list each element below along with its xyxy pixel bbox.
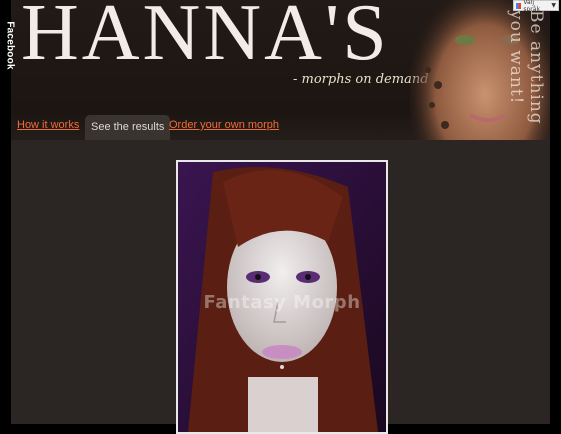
site-header: HANNA'S - morphs on demand Be anything y… xyxy=(11,0,550,140)
chevron-down-icon: ▼ xyxy=(551,2,556,9)
translate-label: Välj språk xyxy=(523,0,540,13)
google-translate-icon xyxy=(516,2,522,9)
site-brand: HANNA'S xyxy=(21,0,390,77)
page-container: HANNA'S - morphs on demand Be anything y… xyxy=(11,0,550,434)
slogan-text: Be anything you want! xyxy=(506,10,546,125)
photo-watermark: Fantasy Morph xyxy=(203,292,361,313)
right-edge-strip xyxy=(550,0,561,424)
tab-see-the-results[interactable]: See the results xyxy=(85,115,171,140)
morph-photo: Fantasy Morph xyxy=(176,160,388,434)
tab-how-it-works[interactable]: How it works xyxy=(11,112,85,140)
site-tagline: - morphs on demand xyxy=(293,72,429,87)
tab-order-your-own-morph[interactable]: Order your own morph xyxy=(163,112,285,140)
facebook-tab[interactable]: Facebook xyxy=(0,0,16,424)
facebook-tab-label: Facebook xyxy=(4,21,16,70)
nav-tabs: How it works See the results Order your … xyxy=(11,112,411,140)
main-content: Fantasy Morph xyxy=(11,140,550,434)
translate-widget[interactable]: Välj språk ▼ xyxy=(513,0,559,13)
